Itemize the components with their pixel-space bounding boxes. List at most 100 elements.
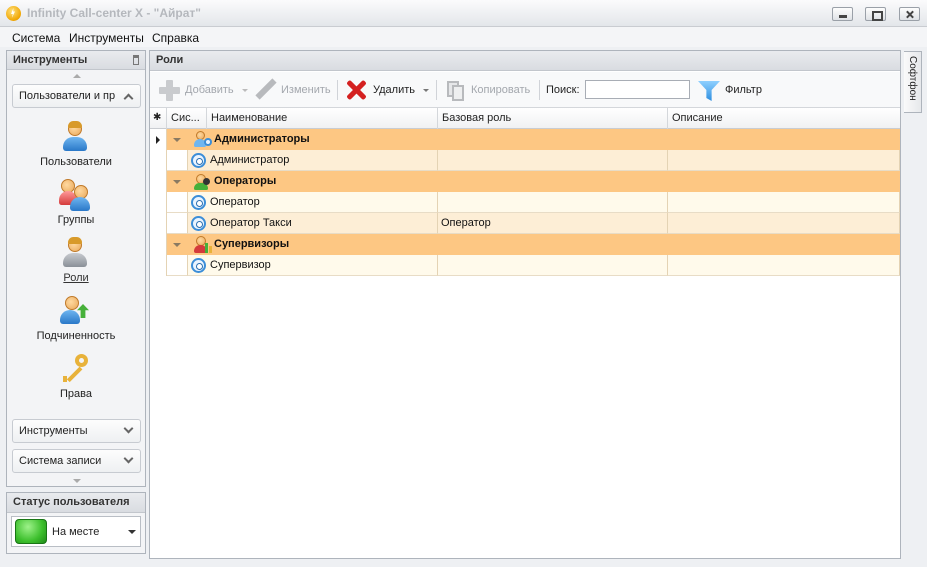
dropdown-arrow-icon — [128, 530, 136, 534]
roles-panel: Роли Добавить Изменить Удалить Копироват… — [149, 50, 901, 559]
role-icon — [59, 236, 91, 268]
copy-icon — [444, 79, 466, 101]
add-button[interactable]: Добавить — [158, 72, 248, 108]
window-title: Infinity Call-center X - "Айрат" — [27, 6, 201, 20]
column-description[interactable]: Описание — [668, 108, 900, 129]
role-gear-icon — [191, 153, 206, 168]
menu-help[interactable]: Справка — [152, 31, 199, 45]
nav-item-roles[interactable]: Роли — [7, 236, 145, 294]
row-indicator — [150, 234, 167, 255]
role-name: Оператор — [210, 196, 260, 208]
collapse-arrow-icon[interactable] — [173, 243, 181, 247]
name-cell: Администратор — [188, 150, 438, 171]
name-cell: Оператор Такси — [188, 213, 438, 234]
description-cell — [668, 192, 900, 213]
table-row[interactable]: Супервизор — [150, 255, 900, 276]
row-indicator — [150, 255, 167, 276]
status-select[interactable]: На месте — [11, 516, 141, 547]
edit-button-label: Изменить — [281, 84, 331, 96]
description-cell — [668, 213, 900, 234]
table-row[interactable]: Оператор Такси Оператор — [150, 213, 900, 234]
table-row[interactable]: Оператор — [150, 192, 900, 213]
nav-item-users[interactable]: Пользователи — [7, 120, 145, 178]
chevron-up-icon — [123, 93, 134, 104]
group-row-administrators[interactable]: Администраторы — [150, 129, 900, 150]
row-indicator — [150, 171, 167, 192]
nav-item-rights-label: Права — [60, 388, 92, 400]
delete-button[interactable]: Удалить — [345, 72, 429, 108]
row-indicator — [150, 150, 167, 171]
roles-panel-title: Роли — [150, 51, 900, 71]
collapse-arrow-icon[interactable] — [173, 138, 181, 142]
minimize-button[interactable] — [832, 7, 853, 21]
toolbar-separator — [539, 80, 540, 100]
softphone-tab-label: Софтфон — [907, 56, 918, 101]
pin-icon[interactable] — [133, 55, 139, 65]
role-name: Оператор Такси — [210, 217, 292, 229]
toolbar-separator — [337, 80, 338, 100]
group-recording-label: Система записи — [19, 455, 102, 467]
row-indicator — [150, 213, 167, 234]
supervisor-group-icon — [194, 236, 212, 253]
close-button[interactable] — [899, 7, 920, 21]
nav-item-rights[interactable]: Права — [7, 352, 145, 410]
roles-toolbar: Добавить Изменить Удалить Копировать Пои… — [150, 72, 900, 108]
nav-item-subordination[interactable]: Подчиненность — [7, 294, 145, 352]
delete-button-label: Удалить — [373, 84, 415, 96]
filter-button[interactable]: Фильтр — [697, 72, 762, 108]
filter-funnel-icon — [697, 78, 721, 102]
dropdown-arrow-icon — [423, 88, 429, 92]
toolbar-separator — [436, 80, 437, 100]
table-row[interactable]: Администратор — [150, 150, 900, 171]
operator-group-icon — [194, 173, 212, 190]
edit-button[interactable]: Изменить — [254, 72, 331, 108]
group-row-operators[interactable]: Операторы — [150, 171, 900, 192]
menu-bar: Система Инструменты Справка — [0, 27, 927, 47]
column-base-role[interactable]: Базовая роль — [438, 108, 668, 129]
pencil-icon — [254, 78, 277, 101]
search-input[interactable] — [585, 80, 690, 99]
scroll-down-icon[interactable] — [73, 479, 81, 483]
column-name[interactable]: Наименование — [207, 108, 438, 129]
group-users-label: Пользователи и пр — [19, 90, 116, 102]
row-pointer-icon — [156, 136, 160, 144]
column-indicator[interactable]: ✱ — [150, 108, 167, 129]
user-icon — [59, 120, 91, 152]
user-status-title: Статус пользователя — [7, 493, 145, 513]
group-users-and-rights[interactable]: Пользователи и пр — [12, 84, 141, 108]
role-gear-icon — [191, 216, 206, 231]
app-logo-icon — [6, 6, 21, 21]
menu-tools[interactable]: Инструменты — [69, 31, 144, 45]
role-name: Супервизор — [210, 259, 271, 271]
dropdown-arrow-icon — [241, 88, 248, 92]
softphone-tab[interactable]: Софтфон — [904, 51, 922, 113]
maximize-button[interactable] — [865, 7, 886, 21]
user-status-panel: Статус пользователя На месте — [6, 492, 146, 554]
nav-item-groups-label: Группы — [57, 214, 95, 226]
group-tools[interactable]: Инструменты — [12, 419, 141, 443]
nav-item-groups[interactable]: Группы — [7, 178, 145, 236]
copy-button[interactable]: Копировать — [444, 72, 530, 108]
copy-button-label: Копировать — [471, 84, 531, 96]
group-row-supervisors[interactable]: Супервизоры — [150, 234, 900, 255]
subordination-icon — [59, 294, 91, 326]
base-role-cell: Оператор — [438, 213, 668, 234]
scroll-up-icon[interactable] — [73, 74, 81, 78]
nav-item-users-label: Пользователи — [40, 156, 112, 168]
menu-system[interactable]: Система — [12, 31, 60, 45]
column-system[interactable]: Сис... — [167, 108, 207, 129]
role-gear-icon — [191, 195, 206, 210]
group-label: Супервизоры — [214, 238, 290, 250]
name-cell: Оператор — [188, 192, 438, 213]
collapse-arrow-icon[interactable] — [173, 180, 181, 184]
description-cell — [668, 255, 900, 276]
base-role-cell — [438, 192, 668, 213]
group-recording-system[interactable]: Система записи — [12, 449, 141, 473]
chevron-down-icon — [123, 423, 134, 434]
row-indicator — [150, 129, 167, 150]
chevron-down-icon — [123, 453, 134, 464]
system-cell — [167, 255, 188, 276]
users-group-icon — [59, 178, 91, 211]
plus-icon — [158, 79, 180, 101]
description-cell — [668, 150, 900, 171]
